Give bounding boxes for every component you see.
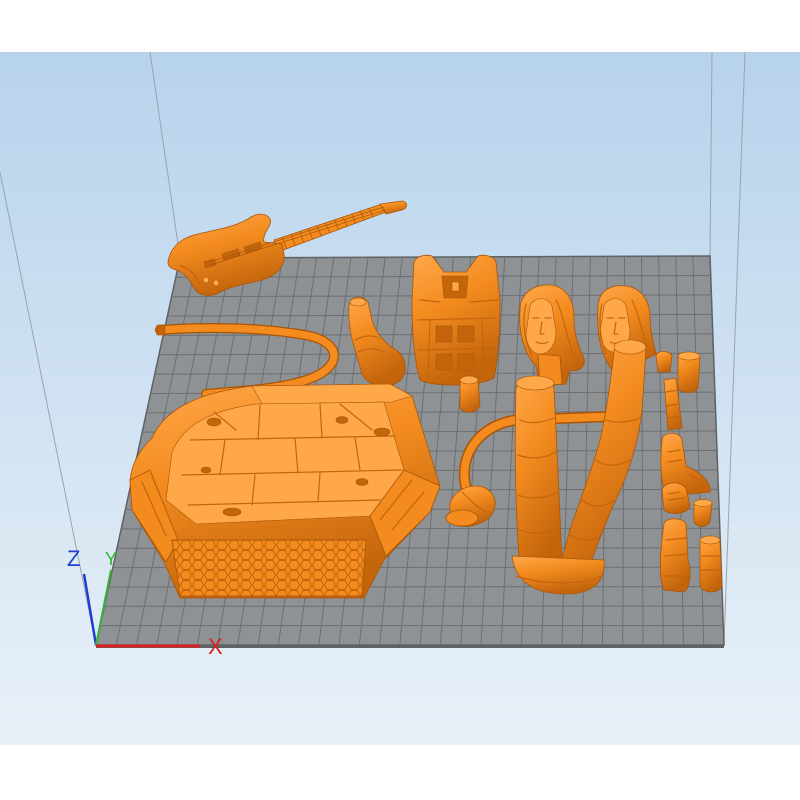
x-axis-label: X — [208, 634, 223, 659]
bottle-part-model[interactable] — [699, 535, 723, 593]
hand-part-cap — [459, 375, 479, 385]
base-rim — [251, 383, 413, 405]
forearm-top-cap — [349, 297, 367, 307]
strap-end — [156, 324, 166, 336]
cap-brim — [445, 509, 479, 527]
vest-pocket — [457, 353, 475, 371]
vest-torso-model[interactable] — [411, 254, 501, 386]
bottle-part-cap — [699, 535, 721, 545]
right-leg-cap — [613, 339, 647, 355]
hand-shape — [661, 482, 691, 514]
base-rock — [222, 507, 242, 517]
vest-pocket — [435, 325, 453, 343]
base-rock — [206, 417, 222, 427]
vest-pocket — [435, 353, 453, 371]
base-rock — [335, 416, 349, 424]
guitar-knob — [202, 276, 210, 284]
base-floor — [165, 401, 405, 525]
base-rock — [373, 427, 391, 437]
vest-collar-slot — [451, 281, 460, 292]
cup-part-cap — [693, 499, 713, 507]
left-leg-cap — [515, 375, 555, 391]
small-part-shape — [655, 351, 673, 373]
y-axis-label: Y — [105, 549, 117, 569]
hand-model[interactable] — [661, 482, 691, 514]
z-axis-label: Z — [67, 546, 80, 571]
cup-part-model[interactable] — [693, 499, 713, 527]
cylinder-part-cap — [677, 351, 701, 361]
vest-pocket — [457, 325, 475, 343]
small-part-model[interactable] — [655, 351, 673, 373]
hand-part-model[interactable] — [459, 375, 481, 413]
bottle-part-shape — [699, 535, 723, 593]
left-leg — [514, 378, 563, 575]
cylinder-part-model[interactable] — [677, 351, 701, 393]
slicer-viewport[interactable]: Z Y X — [0, 0, 800, 800]
base-rock — [200, 466, 212, 474]
boot-model-2[interactable] — [659, 518, 691, 593]
base-front-mesh — [171, 539, 367, 597]
base-rock — [355, 478, 369, 486]
guitar-knob — [212, 279, 220, 287]
